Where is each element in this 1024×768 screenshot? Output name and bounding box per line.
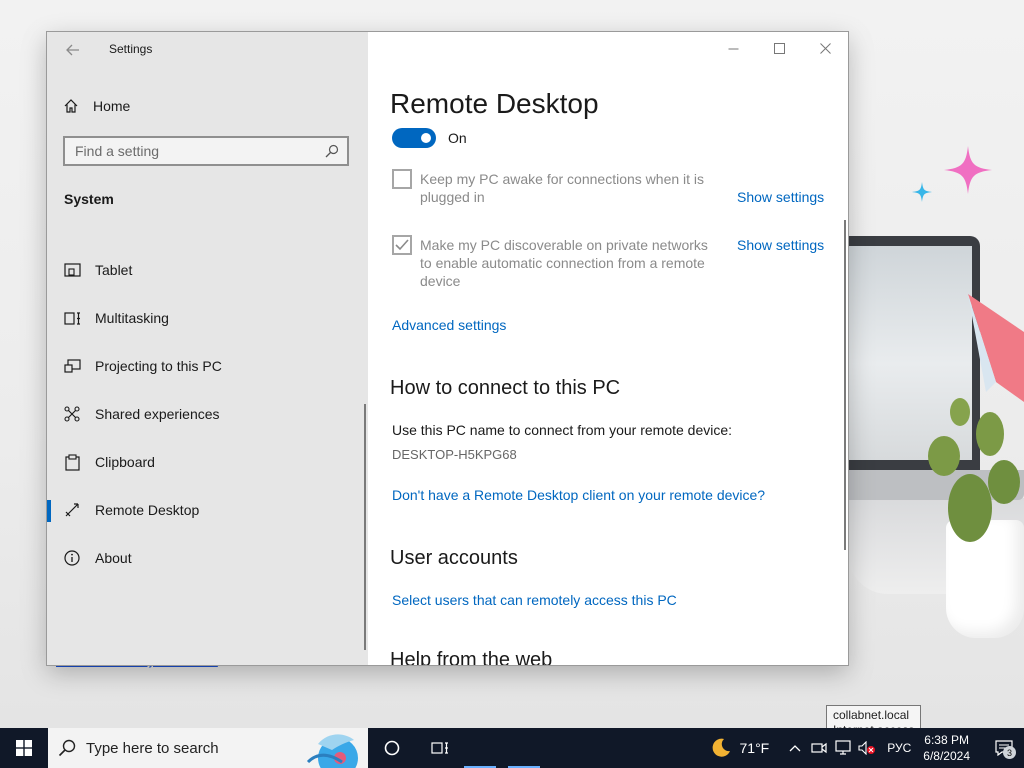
network-icon xyxy=(835,740,851,755)
find-setting-input[interactable]: Find a setting xyxy=(63,136,349,166)
tablet-icon xyxy=(63,261,81,279)
sidebar-item-label: Remote Desktop xyxy=(95,502,200,518)
select-users-link[interactable]: Select users that can remotely access th… xyxy=(392,592,677,608)
taskbar-app-1[interactable] xyxy=(464,728,496,768)
how-to-connect-text: Use this PC name to connect from your re… xyxy=(392,422,733,438)
task-view-icon xyxy=(431,742,448,754)
how-to-connect-heading: How to connect to this PC xyxy=(390,377,621,399)
settings-sidebar: Settings Home Find a setting System Tabl… xyxy=(47,32,368,665)
cortana-circle-icon xyxy=(384,740,400,756)
sidebar-scrollbar[interactable] xyxy=(364,404,366,650)
discoverable-label: Make my PC discoverable on private netwo… xyxy=(420,237,708,289)
remote-desktop-toggle[interactable] xyxy=(392,128,436,148)
maximize-icon xyxy=(773,42,785,54)
show-settings-link-2[interactable]: Show settings xyxy=(737,237,824,253)
pc-name: DESKTOP-H5KPG68 xyxy=(392,447,517,462)
sidebar-item-shared-experiences[interactable]: Shared experiences xyxy=(47,396,368,432)
maximize-button[interactable] xyxy=(756,32,802,64)
projecting-icon xyxy=(63,357,81,375)
home-label: Home xyxy=(93,98,131,114)
weather-widget[interactable]: 71°F xyxy=(710,737,770,759)
clipboard-icon xyxy=(63,453,81,471)
sidebar-item-label: Tablet xyxy=(95,262,133,278)
info-icon xyxy=(63,549,81,567)
show-settings-link-1[interactable]: Show settings xyxy=(737,189,824,205)
notification-count-badge: 3 xyxy=(1003,746,1016,759)
help-from-web-heading: Help from the web xyxy=(390,649,553,665)
task-view-button[interactable] xyxy=(416,728,464,768)
toggle-label: On xyxy=(448,130,467,146)
back-arrow-icon xyxy=(66,44,79,56)
keep-awake-label: Keep my PC awake for connections when it… xyxy=(420,171,705,205)
sidebar-item-about[interactable]: About xyxy=(47,540,368,576)
weather-temperature: 71°F xyxy=(739,740,770,756)
get-client-link[interactable]: Don't have a Remote Desktop client on yo… xyxy=(392,487,765,503)
search-icon xyxy=(48,739,86,757)
sidebar-item-label: Projecting to this PC xyxy=(95,358,222,374)
taskbar: Type here to search 71°F РУС 6:38 PM 6/8… xyxy=(0,728,1024,768)
camera-icon xyxy=(811,742,827,754)
sidebar-item-label: Multitasking xyxy=(95,310,169,326)
sidebar-item-tablet[interactable]: Tablet xyxy=(47,252,368,288)
window-controls xyxy=(710,32,848,64)
moon-icon xyxy=(712,738,730,757)
search-highlight-doodle-icon xyxy=(288,728,368,768)
minimize-icon xyxy=(728,48,738,49)
close-button[interactable] xyxy=(802,32,848,64)
start-button[interactable] xyxy=(0,728,48,768)
user-accounts-heading: User accounts xyxy=(390,547,518,569)
clock-date: 6/8/2024 xyxy=(923,749,970,763)
clock-time: 6:38 PM xyxy=(924,733,969,747)
taskbar-app-2[interactable] xyxy=(508,728,540,768)
action-center-button[interactable]: 3 xyxy=(984,728,1024,768)
page-title: Remote Desktop xyxy=(390,88,599,119)
cortana-button[interactable] xyxy=(368,728,416,768)
network-button[interactable] xyxy=(831,728,855,768)
multitasking-icon xyxy=(63,309,81,327)
sidebar-item-home[interactable]: Home xyxy=(63,94,130,118)
sidebar-section-title: System xyxy=(64,191,114,207)
taskbar-search-box[interactable]: Type here to search xyxy=(48,728,368,768)
volume-muted-icon xyxy=(858,741,876,755)
window-title: Settings xyxy=(109,42,153,56)
sidebar-item-multitasking[interactable]: Multitasking xyxy=(47,300,368,336)
keep-awake-checkbox[interactable] xyxy=(392,169,412,189)
sidebar-item-projecting[interactable]: Projecting to this PC xyxy=(47,348,368,384)
windows-logo-icon xyxy=(16,740,32,756)
sidebar-item-remote-desktop[interactable]: Remote Desktop xyxy=(47,492,368,528)
remote-desktop-icon xyxy=(63,501,81,519)
search-icon xyxy=(317,144,347,158)
volume-button[interactable] xyxy=(855,728,879,768)
advanced-settings-link[interactable]: Advanced settings xyxy=(392,317,506,333)
back-button[interactable] xyxy=(63,40,83,60)
chevron-up-icon xyxy=(789,745,801,752)
meet-now-button[interactable] xyxy=(807,728,831,768)
discoverable-checkbox[interactable] xyxy=(392,235,412,255)
minimize-button[interactable] xyxy=(710,32,756,64)
settings-window: Settings Home Find a setting System Tabl… xyxy=(47,32,848,665)
sidebar-item-label: About xyxy=(95,550,132,566)
home-icon xyxy=(64,99,78,113)
remote-desktop-toggle-row: On xyxy=(392,128,467,148)
checkmark-icon xyxy=(395,239,409,251)
show-hidden-icons-button[interactable] xyxy=(783,728,807,768)
taskbar-clock[interactable]: 6:38 PM 6/8/2024 xyxy=(923,732,970,764)
sidebar-item-clipboard[interactable]: Clipboard xyxy=(47,444,368,480)
shared-experiences-icon xyxy=(63,405,81,423)
sparkle-small-icon xyxy=(912,182,932,202)
sidebar-item-label: Shared experiences xyxy=(95,406,220,422)
find-setting-placeholder: Find a setting xyxy=(75,143,160,159)
tooltip-network-name: collabnet.local xyxy=(833,708,910,722)
system-tray: 71°F РУС 6:38 PM 6/8/2024 3 xyxy=(710,728,1024,768)
settings-content: Remote Desktop On Keep my PC awake for c… xyxy=(368,32,848,665)
input-language-indicator[interactable]: РУС xyxy=(887,741,911,755)
sidebar-item-label: Clipboard xyxy=(95,454,155,470)
wallpaper-pink-object xyxy=(968,294,1024,402)
taskbar-search-placeholder: Type here to search xyxy=(86,739,219,757)
wallpaper-cactus xyxy=(928,398,1020,542)
close-icon xyxy=(819,42,831,54)
sparkle-icon xyxy=(944,146,992,194)
content-scrollbar[interactable] xyxy=(844,220,846,550)
